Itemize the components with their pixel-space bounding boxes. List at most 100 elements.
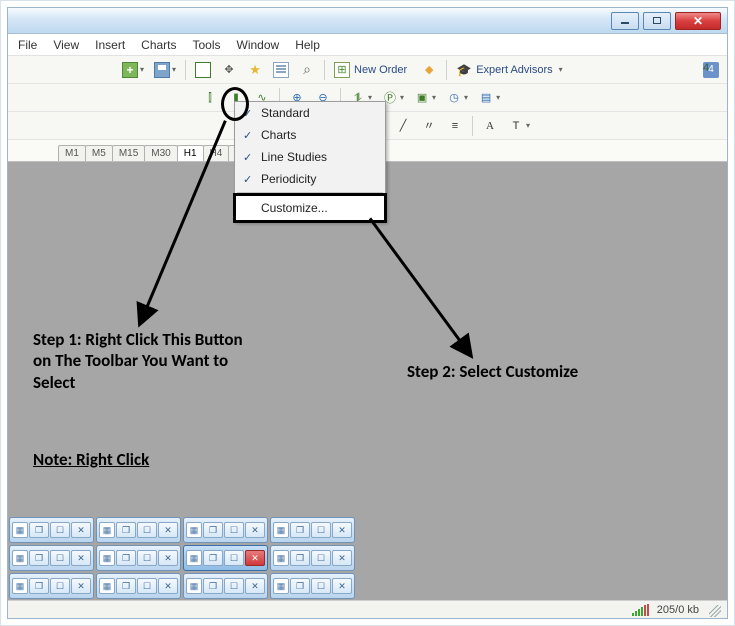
maximize-button[interactable]	[311, 522, 331, 538]
menu-view[interactable]: View	[53, 38, 79, 52]
mdi-chart-tab[interactable]	[183, 517, 268, 543]
new-chart-button[interactable]	[118, 59, 148, 81]
maximize-button[interactable]	[224, 550, 244, 566]
mdi-row	[8, 572, 727, 600]
maximize-button[interactable]	[137, 578, 157, 594]
bar-chart-button[interactable]	[198, 87, 222, 109]
maximize-button[interactable]	[137, 550, 157, 566]
period-h4[interactable]: H4	[203, 145, 230, 161]
mdi-chart-tab[interactable]	[183, 573, 268, 599]
period-h1[interactable]: H1	[177, 145, 204, 161]
mdi-chart-tab[interactable]	[9, 573, 94, 599]
periodicity-button[interactable]	[442, 87, 472, 109]
mdi-chart-tab[interactable]	[96, 517, 181, 543]
maximize-button[interactable]	[50, 550, 70, 566]
maximize-button[interactable]	[50, 578, 70, 594]
templates-button[interactable]	[474, 87, 504, 109]
mdi-chart-tab[interactable]	[270, 517, 355, 543]
context-item-periodicity[interactable]: Periodicity	[235, 168, 385, 190]
mdi-chart-tab[interactable]	[9, 545, 94, 571]
context-item-line-studies[interactable]: Line Studies	[235, 146, 385, 168]
mdi-chart-tab[interactable]	[9, 517, 94, 543]
mdi-chart-tab[interactable]	[183, 545, 268, 571]
restore-button[interactable]	[290, 550, 310, 566]
channel-icon	[421, 118, 437, 134]
maximize-button[interactable]	[224, 578, 244, 594]
close-button[interactable]	[332, 578, 352, 594]
restore-button[interactable]	[29, 522, 49, 538]
chart-window-icon	[186, 578, 202, 594]
new-order-button[interactable]: New Order	[330, 59, 415, 81]
restore-button[interactable]	[116, 578, 136, 594]
strategy-tester-button[interactable]	[295, 59, 319, 81]
restore-button[interactable]	[290, 522, 310, 538]
toolbar-context-menu: Standard Charts Line Studies Periodicity…	[234, 101, 386, 222]
indicators-button[interactable]	[410, 87, 440, 109]
maximize-button[interactable]	[311, 550, 331, 566]
maximize-button[interactable]	[224, 522, 244, 538]
market-watch-button[interactable]	[191, 59, 215, 81]
menu-insert[interactable]: Insert	[95, 38, 125, 52]
close-button[interactable]	[158, 550, 178, 566]
maximize-button[interactable]	[50, 522, 70, 538]
period-m30[interactable]: M30	[144, 145, 177, 161]
maximize-button[interactable]	[311, 578, 331, 594]
restore-button[interactable]	[203, 522, 223, 538]
close-button[interactable]	[245, 578, 265, 594]
annotation-step1: Step 1: Right Click This Button on The T…	[33, 329, 263, 393]
menu-tools[interactable]: Tools	[193, 38, 221, 52]
maximize-button[interactable]	[643, 12, 671, 30]
title-bar: ✕	[8, 8, 727, 34]
restore-button[interactable]	[29, 550, 49, 566]
context-item-charts[interactable]: Charts	[235, 124, 385, 146]
trendline-button[interactable]	[391, 115, 415, 137]
close-button[interactable]	[71, 522, 91, 538]
close-button[interactable]	[71, 578, 91, 594]
resize-grip-icon[interactable]	[707, 603, 721, 617]
menu-charts[interactable]: Charts	[141, 38, 176, 52]
equidistant-channel-button[interactable]	[417, 115, 441, 137]
text-label-button[interactable]	[504, 115, 534, 137]
close-button[interactable]	[245, 522, 265, 538]
close-button[interactable]	[158, 522, 178, 538]
menu-help[interactable]: Help	[295, 38, 320, 52]
text-button[interactable]	[478, 115, 502, 137]
terminal-button[interactable]	[269, 59, 293, 81]
close-button[interactable]	[332, 522, 352, 538]
close-button[interactable]	[158, 578, 178, 594]
period-m5[interactable]: M5	[85, 145, 113, 161]
mdi-chart-tab[interactable]	[96, 573, 181, 599]
notification-icon: 4	[703, 62, 719, 78]
context-item-standard[interactable]: Standard	[235, 102, 385, 124]
restore-button[interactable]	[203, 578, 223, 594]
navigator-button[interactable]	[217, 59, 241, 81]
favorites-button[interactable]	[243, 59, 267, 81]
menu-file[interactable]: File	[18, 38, 37, 52]
profiles-button[interactable]	[150, 59, 180, 81]
period-m15[interactable]: M15	[112, 145, 145, 161]
separator	[472, 116, 473, 136]
fibonacci-button[interactable]	[443, 115, 467, 137]
close-button[interactable]	[245, 550, 265, 566]
mdi-chart-tab[interactable]	[270, 573, 355, 599]
close-button[interactable]	[71, 550, 91, 566]
mdi-chart-tab[interactable]	[96, 545, 181, 571]
expert-advisors-button[interactable]: Expert Advisors	[452, 59, 566, 81]
restore-button[interactable]	[116, 550, 136, 566]
period-m1[interactable]: M1	[58, 145, 86, 161]
menu-window[interactable]: Window	[237, 38, 280, 52]
maximize-button[interactable]	[137, 522, 157, 538]
context-item-customize[interactable]: Customize...	[235, 195, 385, 221]
restore-button[interactable]	[203, 550, 223, 566]
restore-button[interactable]	[116, 522, 136, 538]
restore-button[interactable]	[290, 578, 310, 594]
close-button[interactable]	[332, 550, 352, 566]
mdi-chart-tab[interactable]	[270, 545, 355, 571]
connection-indicator-icon	[632, 604, 649, 616]
minimize-button[interactable]	[611, 12, 639, 30]
close-window-button[interactable]: ✕	[675, 12, 721, 30]
notifications-button[interactable]: 4	[699, 59, 723, 81]
alert-button[interactable]	[417, 59, 441, 81]
restore-button[interactable]	[29, 578, 49, 594]
navigator-icon	[221, 62, 237, 78]
